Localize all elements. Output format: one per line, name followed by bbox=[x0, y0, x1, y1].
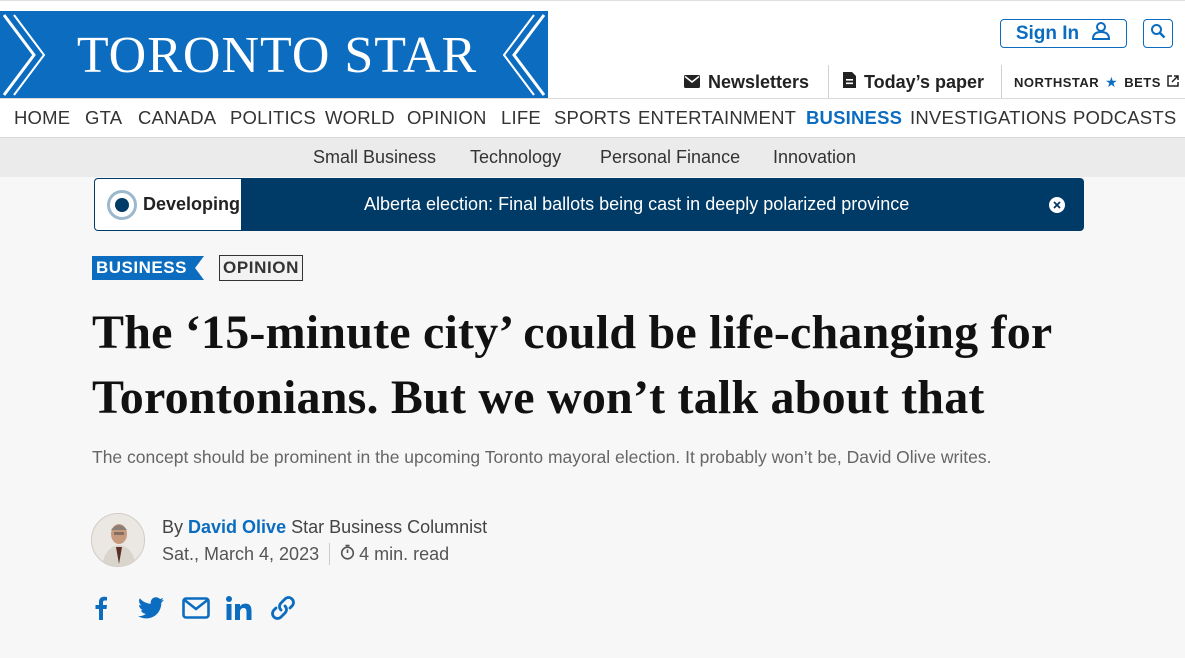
email-icon bbox=[182, 596, 210, 624]
envelope-icon bbox=[684, 72, 700, 93]
share-email-button[interactable] bbox=[180, 592, 224, 628]
todays-paper-label: Today’s paper bbox=[864, 71, 985, 92]
link-icon bbox=[270, 595, 296, 626]
article-headline: The ‘15-minute city’ could be life-chang… bbox=[92, 306, 1052, 424]
nav-item-entertainment[interactable]: ENTERTAINMENT bbox=[638, 99, 796, 137]
bets-label: BETS bbox=[1124, 74, 1161, 90]
section-tag-business[interactable]: BUSINESS bbox=[92, 256, 204, 280]
search-button[interactable] bbox=[1143, 19, 1173, 48]
northstar-bets-link[interactable]: NORTHSTAR ★ BETS bbox=[1014, 71, 1179, 93]
stopwatch-icon bbox=[340, 541, 355, 567]
linkedin-icon bbox=[226, 595, 252, 625]
author-title: Star Business Columnist bbox=[291, 517, 488, 537]
byline-prefix: By bbox=[162, 517, 184, 537]
developing-badge: Developing bbox=[95, 179, 241, 230]
developing-headline-link[interactable]: Alberta election: Final ballots being ca… bbox=[364, 178, 909, 231]
toronto-star-logo[interactable]: TORONTO STAR bbox=[0, 11, 548, 99]
article-dek: The concept should be prominent in the u… bbox=[92, 447, 992, 467]
newsletters-label: Newsletters bbox=[708, 71, 810, 92]
logo-wordmark: TORONTO STAR bbox=[76, 26, 478, 84]
article-meta: Sat., March 4, 2023 4 min. read bbox=[162, 541, 449, 567]
primary-nav: HOME GTA CANADA POLITICS WORLD OPINION L… bbox=[0, 98, 1185, 138]
star-icon: ★ bbox=[1105, 73, 1119, 90]
share-facebook-button[interactable] bbox=[92, 592, 136, 628]
developing-news-banner[interactable]: Developing Alberta election: Final ballo… bbox=[94, 178, 1084, 231]
nav-item-podcasts[interactable]: PODCASTS bbox=[1073, 99, 1176, 137]
document-icon bbox=[843, 71, 856, 93]
publish-date: Sat., March 4, 2023 bbox=[162, 544, 320, 564]
site-header: TORONTO STAR Sign In Newsletters Today’s… bbox=[0, 0, 1185, 99]
developing-label: Developing bbox=[143, 194, 241, 214]
read-time-label: 4 min. read bbox=[359, 544, 450, 564]
sign-in-label: Sign In bbox=[1015, 22, 1080, 44]
newsletters-link[interactable]: Newsletters bbox=[684, 65, 809, 99]
todays-paper-link[interactable]: Today’s paper bbox=[843, 65, 984, 99]
read-time: 4 min. read bbox=[340, 541, 449, 567]
twitter-icon bbox=[138, 596, 164, 624]
nav-item-life[interactable]: LIFE bbox=[501, 99, 541, 137]
author-link[interactable]: David Olive bbox=[188, 517, 286, 537]
author-avatar[interactable] bbox=[91, 513, 145, 567]
close-icon bbox=[1053, 196, 1061, 214]
subnav-item-innovation[interactable]: Innovation bbox=[773, 138, 856, 177]
copy-link-button[interactable] bbox=[268, 592, 312, 628]
nav-item-gta[interactable]: GTA bbox=[85, 99, 122, 137]
section-subnav: Small Business Technology Personal Finan… bbox=[0, 138, 1185, 177]
nav-item-opinion[interactable]: OPINION bbox=[407, 99, 487, 137]
article-type-tag-opinion: OPINION bbox=[219, 255, 303, 281]
utility-divider bbox=[1001, 65, 1002, 99]
nav-item-business[interactable]: BUSINESS bbox=[806, 99, 902, 137]
nav-item-investigations[interactable]: INVESTIGATIONS bbox=[910, 99, 1067, 137]
external-link-icon bbox=[1167, 74, 1179, 90]
nav-item-home[interactable]: HOME bbox=[14, 99, 70, 137]
share-linkedin-button[interactable] bbox=[224, 592, 268, 628]
subnav-item-small-business[interactable]: Small Business bbox=[313, 138, 436, 177]
close-banner-button[interactable] bbox=[1049, 197, 1065, 213]
sign-in-button[interactable]: Sign In bbox=[1000, 19, 1127, 48]
facebook-icon bbox=[94, 596, 108, 625]
northstar-label: NORTHSTAR bbox=[1014, 74, 1100, 90]
subnav-item-personal-finance[interactable]: Personal Finance bbox=[600, 138, 740, 177]
nav-item-world[interactable]: WORLD bbox=[325, 99, 395, 137]
search-icon bbox=[1150, 23, 1166, 44]
nav-item-sports[interactable]: SPORTS bbox=[554, 99, 631, 137]
share-bar bbox=[92, 592, 312, 628]
live-indicator-icon bbox=[107, 189, 137, 220]
utility-divider bbox=[828, 65, 829, 99]
user-icon bbox=[1091, 21, 1111, 47]
meta-divider bbox=[329, 543, 331, 565]
subnav-item-technology[interactable]: Technology bbox=[470, 138, 561, 177]
nav-item-politics[interactable]: POLITICS bbox=[230, 99, 316, 137]
byline: By David Olive Star Business Columnist bbox=[162, 514, 487, 540]
share-twitter-button[interactable] bbox=[136, 592, 180, 628]
nav-item-canada[interactable]: CANADA bbox=[138, 99, 216, 137]
